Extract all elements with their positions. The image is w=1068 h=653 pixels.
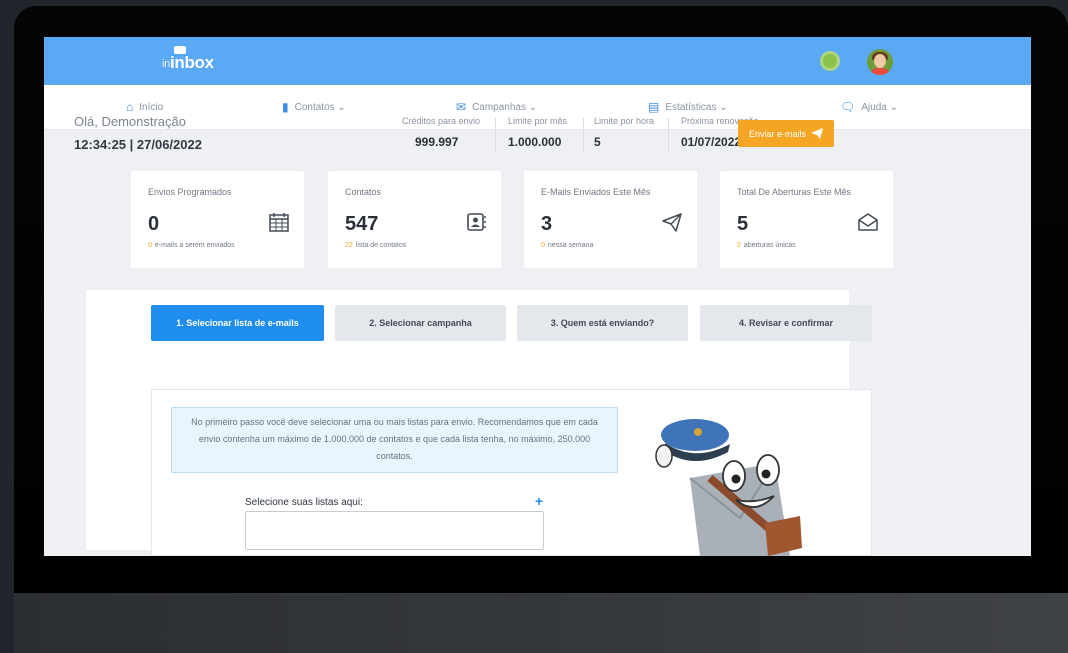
open-envelope-icon — [858, 213, 878, 231]
nav-item-estatisticas[interactable]: ▤ Estatísticas ⌄ — [648, 100, 728, 114]
card-subtitle: 2 aberturas únicas — [737, 242, 796, 249]
send-button-label: Enviar e-mails — [748, 128, 806, 139]
stat-value: 999.997 — [415, 135, 459, 149]
step-label: 1. Selecionar lista de e-mails — [176, 318, 299, 328]
user-avatar[interactable] — [867, 49, 893, 75]
card-sub-number: 22 — [345, 242, 353, 249]
card-sub-text: lista de contatos — [355, 242, 407, 249]
step-4-review-confirm[interactable]: 4. Revisar e confirmar — [700, 305, 872, 341]
card-sub-number: 2 — [737, 242, 741, 249]
nav-item-contatos[interactable]: ▮ Contatos ⌄ — [282, 100, 346, 114]
bar-chart-icon: ▤ — [648, 100, 660, 114]
step-3-sender[interactable]: 3. Quem está enviando? — [517, 305, 688, 341]
nav-label: Ajuda ⌄ — [861, 101, 898, 113]
divider — [583, 118, 584, 152]
card-sub-text: aberturas únicas — [743, 242, 796, 249]
paper-plane-icon — [662, 213, 682, 232]
stat-value: 5 — [594, 135, 601, 149]
card-sub-number: 0 — [541, 242, 545, 249]
card-contacts: Contatos 547 22 lista de contatos — [328, 171, 501, 268]
stat-value: 1.000.000 — [508, 135, 562, 149]
divider — [668, 118, 669, 152]
select-lists-label: Selecione suas listas aqui: — [245, 497, 363, 508]
top-bar: ininbox — [44, 37, 1031, 85]
mailman-envelope-mascot — [655, 419, 802, 556]
current-datetime: 12:34:25 | 27/06/2022 — [74, 137, 202, 152]
monitor-chin — [14, 593, 1068, 653]
card-subtitle: 22 lista de contatos — [345, 242, 406, 249]
card-value: 547 — [345, 213, 379, 235]
card-emails-sent-month: E-Mails Enviados Este Mês 3 0 nessa seman… — [524, 171, 697, 268]
card-sub-number: 0 — [148, 242, 152, 249]
nav-item-ajuda[interactable]: 🗨 Ajuda ⌄ — [840, 100, 898, 114]
online-status-icon — [820, 51, 840, 71]
inbox-logo[interactable]: ininbox — [162, 46, 214, 73]
home-icon: ⌂ — [126, 100, 134, 114]
step-label: 2. Selecionar campanha — [369, 318, 472, 328]
logo-prefix: in — [162, 58, 170, 70]
nav-label: Início — [139, 101, 164, 113]
card-title: Contatos — [345, 187, 382, 197]
card-subtitle: 0 nessa semana — [541, 242, 593, 249]
calendar-icon — [269, 213, 289, 232]
nav-label: Campanhas ⌄ — [472, 101, 538, 113]
stat-label: Limite por hora — [594, 116, 655, 126]
card-value: 5 — [737, 213, 749, 235]
card-title: Total De Aberturas Este Mês — [737, 187, 852, 197]
logo-text: inbox — [169, 53, 214, 72]
step-1-select-list[interactable]: 1. Selecionar lista de e-mails — [151, 305, 324, 341]
nav-label: Contatos ⌄ — [294, 101, 346, 113]
stat-hourly-limit: Limite por hora 5 — [594, 116, 654, 149]
card-sub-text: nessa semana — [547, 242, 594, 249]
nav-item-campanhas[interactable]: ✉ Campanhas ⌄ — [456, 100, 537, 114]
stat-label: Limite por mês — [508, 116, 568, 126]
stat-credits: Créditos para envio 999.997 — [402, 116, 480, 149]
add-list-icon[interactable]: + — [535, 493, 543, 509]
stat-monthly-limit: Limite por mês 1.000.000 — [508, 116, 567, 149]
stat-label: Créditos para envio — [402, 116, 481, 126]
step-label: 3. Quem está enviando? — [550, 318, 655, 328]
card-sub-text: e-mails a serem enviados — [154, 242, 235, 249]
chat-bubbles-icon: 🗨 — [840, 100, 856, 114]
card-value: 0 — [148, 213, 160, 235]
send-emails-button[interactable]: Enviar e-mails — [738, 120, 834, 147]
card-value: 3 — [541, 213, 553, 235]
step-2-select-campaign[interactable]: 2. Selecionar campanha — [335, 305, 506, 341]
contact-book-icon — [467, 213, 486, 231]
address-book-icon: ▮ — [282, 100, 289, 114]
envelope-logo-icon — [174, 46, 186, 54]
greeting: Olá, Demonstração — [74, 114, 186, 129]
divider — [495, 118, 496, 152]
card-subtitle: 0 e-mails a serem enviados — [148, 242, 235, 249]
paper-plane-icon — [811, 128, 823, 139]
step-label: 4. Revisar e confirmar — [738, 318, 834, 328]
card-opens-month: Total De Aberturas Este Mês 5 2 aberturas… — [720, 171, 893, 268]
nav-item-inicio[interactable]: ⌂ Início — [126, 100, 163, 114]
card-title: Envios Programados — [148, 187, 232, 197]
info-alert: No primeiro passo você deve selecionar u… — [171, 407, 618, 473]
card-scheduled-sends: Envios Programados 0 0 e-mails a serem en… — [131, 171, 304, 268]
lists-select-input[interactable] — [245, 511, 544, 550]
card-title: E-Mails Enviados Este Mês — [541, 187, 651, 197]
envelope-icon: ✉ — [456, 100, 467, 114]
nav-label: Estatísticas ⌄ — [665, 101, 728, 113]
